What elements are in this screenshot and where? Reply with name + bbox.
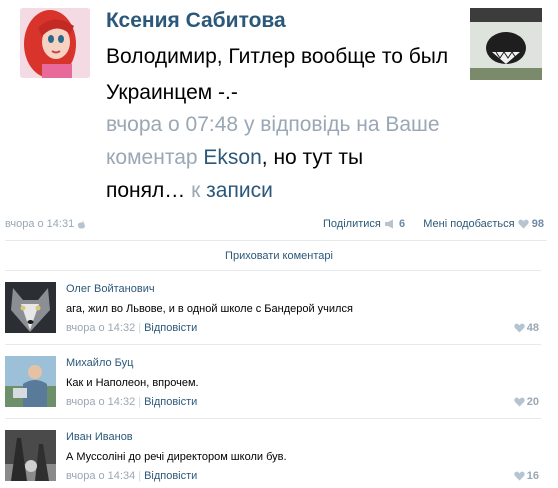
share-button[interactable]: Поділитися 6 <box>323 218 405 232</box>
post-card: Ксения Сабитова Володимир, Гитлер вообще… <box>0 0 558 208</box>
comment-avatar[interactable] <box>5 430 56 481</box>
comment-item: Олег Войтанович ага, жил во Львове, и в … <box>5 282 545 352</box>
heart-icon <box>518 219 529 232</box>
comment-time[interactable]: вчора о 14:34 <box>66 470 135 482</box>
wolf-avatar-image <box>5 282 56 333</box>
heart-icon <box>514 471 525 484</box>
divider <box>5 418 541 419</box>
post-text: Володимир, Гитлер вообще то был Украинце… <box>106 45 449 104</box>
post-author-name[interactable]: Ксения Сабитова <box>106 9 286 33</box>
bw-avatar-image <box>5 430 56 481</box>
comment-like-count: 20 <box>526 396 539 408</box>
like-label: Мені подобається <box>423 218 515 230</box>
divider <box>5 270 541 271</box>
post-time[interactable]: вчора о 14:31 <box>5 218 74 230</box>
reply-in-response: у відповідь на <box>243 113 380 136</box>
comment-author[interactable]: Иван Иванов <box>66 431 133 443</box>
post-time-group: вчора о 14:31 <box>5 218 86 232</box>
reply-to-word: к <box>191 179 201 202</box>
comment-reply-link[interactable]: Відповісти <box>144 470 197 482</box>
comment-meta: вчора о 14:32 | Відповісти <box>66 322 197 334</box>
comment-meta: вчора о 14:34 | Відповісти <box>66 470 197 482</box>
author-avatar[interactable] <box>20 8 90 78</box>
post-thumbnail[interactable] <box>470 8 542 80</box>
like-button[interactable]: Мені подобається 98 <box>423 218 544 232</box>
comment-time[interactable]: вчора о 14:32 <box>66 322 135 334</box>
comment-item: Иван Иванов А Муссоліні до речі директор… <box>5 430 545 488</box>
reply-record-link[interactable]: записи <box>206 179 273 202</box>
comment-like-count: 48 <box>526 322 539 334</box>
comment-like-button[interactable]: 20 <box>514 396 539 410</box>
reply-to-name[interactable]: Ekson <box>203 146 261 169</box>
comment-text: ага, жил во Львове, и в одной школе с Ба… <box>66 303 353 315</box>
avatar-image <box>20 8 90 78</box>
share-count: 6 <box>398 218 406 230</box>
comment-avatar[interactable] <box>5 282 56 333</box>
comment-like-count: 16 <box>526 470 539 482</box>
meta-separator: | <box>138 322 142 334</box>
comment-reply-link[interactable]: Відповісти <box>144 322 197 334</box>
meta-separator: | <box>138 396 142 408</box>
comment-like-button[interactable]: 16 <box>514 470 539 484</box>
comment-author[interactable]: Михайло Буц <box>66 357 133 369</box>
comment-meta: вчора о 14:32 | Відповісти <box>66 396 197 408</box>
meta-separator: | <box>138 470 142 482</box>
divider <box>5 240 547 241</box>
comment-time[interactable]: вчора о 14:32 <box>66 396 135 408</box>
comment-avatar[interactable] <box>5 356 56 407</box>
like-count: 98 <box>531 218 544 230</box>
person-avatar-image <box>5 356 56 407</box>
thumbnail-image <box>470 8 542 80</box>
megaphone-icon <box>384 219 396 232</box>
heart-icon <box>514 397 525 410</box>
divider <box>5 344 541 345</box>
comment-text: Как и Наполеон, впрочем. <box>66 377 199 389</box>
reply-meta: вчора о 07:48 у відповідь на Ваше комент… <box>106 108 446 207</box>
post-footer: вчора о 14:31 Поділитися 6 Мені подобаєт… <box>5 218 553 234</box>
reply-time[interactable]: вчора о 07:48 <box>106 113 238 136</box>
hide-comments-link[interactable]: Приховати коментарі <box>0 250 558 262</box>
comment-reply-link[interactable]: Відповісти <box>144 396 197 408</box>
comment-author[interactable]: Олег Войтанович <box>66 283 155 295</box>
heart-icon <box>514 323 525 336</box>
comment-text: А Муссоліні до речі директором школи був… <box>66 451 287 463</box>
camera-icon <box>77 220 86 232</box>
comment-like-button[interactable]: 48 <box>514 322 539 336</box>
share-label: Поділитися <box>323 218 381 230</box>
comment-item: Михайло Буц Как и Наполеон, впрочем. вчо… <box>5 356 545 426</box>
